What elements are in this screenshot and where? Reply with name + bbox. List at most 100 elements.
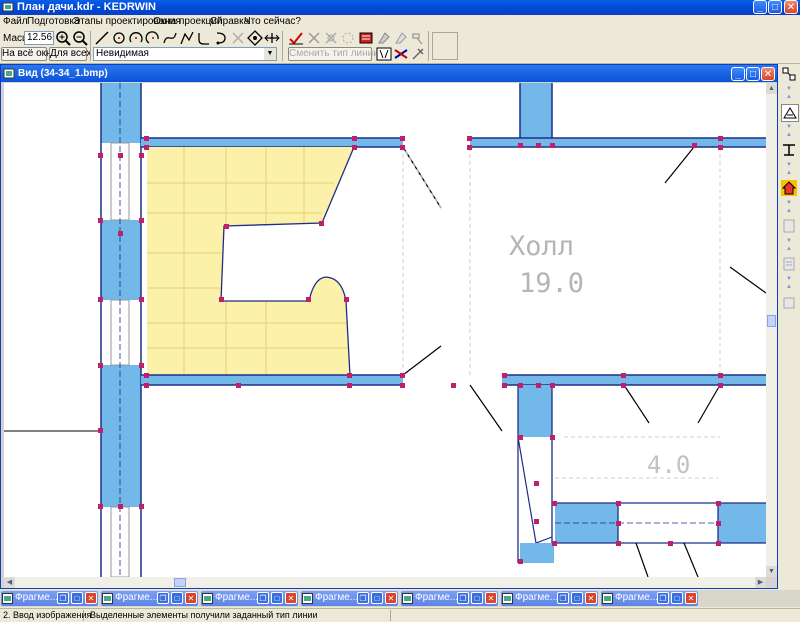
check-line-icon[interactable] [288, 30, 304, 46]
chevron-down-icon[interactable]: ▼ [779, 86, 799, 92]
erase2-icon[interactable] [393, 30, 409, 46]
fragment-icon [102, 593, 113, 604]
fragment-close-button[interactable]: ✕ [685, 592, 697, 604]
house-view-icon[interactable] [781, 180, 797, 196]
horizontal-scroll-thumb[interactable] [174, 578, 186, 587]
scroll-up-icon[interactable]: ▲ [766, 83, 777, 94]
transform-icon[interactable] [323, 30, 339, 46]
front-view-icon[interactable] [781, 66, 797, 82]
tools-icon[interactable] [410, 46, 426, 62]
view-minimize-button[interactable]: _ [731, 67, 745, 81]
view-close-button[interactable]: ✕ [761, 67, 775, 81]
fragment-window-6[interactable]: Фрагме... ❐ □ ✕ [501, 591, 598, 606]
menu-prepare[interactable]: Подготовка [27, 16, 80, 27]
zoom-in-icon[interactable] [55, 30, 71, 46]
change-line-type-button[interactable]: Сменить тип линии [288, 47, 379, 61]
fragment-restore-button[interactable]: ❐ [657, 592, 669, 604]
fragment-maximize-button[interactable]: □ [71, 592, 83, 604]
fragment-restore-button[interactable]: ❐ [357, 592, 369, 604]
chevron-up-icon[interactable]: ▲ [779, 170, 799, 176]
chevron-down-icon[interactable]: ▼ [779, 162, 799, 168]
fragment-label: Фрагме... [515, 592, 559, 603]
fragment-window-7[interactable]: Фрагме... ❐ □ ✕ [601, 591, 698, 606]
fragment-window-5[interactable]: Фрагме... ❐ □ ✕ [401, 591, 498, 606]
menu-file[interactable]: Файл [3, 16, 28, 27]
fragment-maximize-button[interactable]: □ [271, 592, 283, 604]
fragment-window-4[interactable]: Фрагме... ❐ □ ✕ [301, 591, 398, 606]
menu-whats-now[interactable]: Что сейчас? [244, 16, 301, 27]
hook-icon[interactable] [213, 30, 229, 46]
scroll-left-icon[interactable]: ◀ [4, 577, 15, 588]
cross-icon[interactable] [264, 30, 280, 46]
scroll-right-icon[interactable]: ▶ [755, 577, 766, 588]
chevron-up-icon[interactable]: ▲ [779, 246, 799, 252]
layer2-view-icon[interactable] [781, 256, 797, 272]
maximize-button[interactable]: □ [768, 0, 782, 14]
arc-icon[interactable] [128, 30, 144, 46]
chevron-up-icon[interactable]: ▲ [779, 94, 799, 100]
fragment-restore-button[interactable]: ❐ [457, 592, 469, 604]
color-icon[interactable] [358, 30, 374, 46]
fragment-window-1[interactable]: Фрагме... ❐ □ ✕ [1, 591, 98, 606]
fragment-restore-button[interactable]: ❐ [557, 592, 569, 604]
polyline-icon[interactable] [179, 30, 195, 46]
fragment-window-3[interactable]: Фрагме... ❐ □ ✕ [201, 591, 298, 606]
layer-view-icon[interactable] [781, 218, 797, 234]
vertical-scrollbar[interactable]: ▲ ▼ [766, 83, 777, 577]
horizontal-scrollbar[interactable]: ◀ ▶ [4, 577, 766, 588]
fragment-close-button[interactable]: ✕ [485, 592, 497, 604]
line-type-select[interactable]: Невидимая ▼ [93, 47, 277, 61]
fragment-maximize-button[interactable]: □ [171, 592, 183, 604]
scroll-down-icon[interactable]: ▼ [766, 566, 777, 577]
circle-icon[interactable] [111, 30, 127, 46]
mirror-icon[interactable] [376, 46, 392, 62]
fit-all-button[interactable]: Для всех [49, 47, 91, 61]
paint-icon[interactable] [393, 46, 409, 62]
fragment-close-button[interactable]: ✕ [185, 592, 197, 604]
fragment-restore-button[interactable]: ❐ [257, 592, 269, 604]
fragment-close-button[interactable]: ✕ [285, 592, 297, 604]
zoom-out-icon[interactable] [72, 30, 88, 46]
fragment-close-button[interactable]: ✕ [385, 592, 397, 604]
arc-cw-icon[interactable] [145, 30, 161, 46]
curve-icon[interactable] [196, 30, 212, 46]
erase-icon[interactable] [376, 30, 392, 46]
fragment-maximize-button[interactable]: □ [471, 592, 483, 604]
chevron-down-icon[interactable]: ▼ [779, 200, 799, 206]
side-view-icon[interactable] [781, 142, 797, 158]
fragment-restore-button[interactable]: ❐ [157, 592, 169, 604]
hammer-icon[interactable] [410, 30, 426, 46]
vertical-scroll-thumb[interactable] [767, 315, 776, 327]
line-icon[interactable] [94, 30, 110, 46]
dashed-icon[interactable] [340, 30, 356, 46]
delete-line-icon[interactable] [306, 30, 322, 46]
fragment-close-button[interactable]: ✕ [585, 592, 597, 604]
drawing-canvas[interactable]: Холл 19.0 4.0 [4, 83, 766, 577]
fragment-maximize-button[interactable]: □ [571, 592, 583, 604]
chevron-down-icon[interactable]: ▼ [779, 124, 799, 130]
minimize-button[interactable]: _ [753, 0, 767, 14]
chevron-down-icon[interactable]: ▼ [264, 48, 276, 60]
snap-icon[interactable] [247, 30, 263, 46]
fragment-maximize-button[interactable]: □ [671, 592, 683, 604]
status-message: Выделенные элементы получили заданный ти… [90, 610, 391, 621]
chevron-down-icon[interactable]: ▼ [779, 276, 799, 282]
trim-icon[interactable] [230, 30, 246, 46]
chevron-up-icon[interactable]: ▲ [779, 132, 799, 138]
close-button[interactable]: ✕ [784, 0, 798, 14]
chevron-up-icon[interactable]: ▲ [779, 284, 799, 290]
spline-icon[interactable] [162, 30, 178, 46]
fragment-window-2[interactable]: Фрагме... ❐ □ ✕ [101, 591, 198, 606]
fragment-maximize-button[interactable]: □ [371, 592, 383, 604]
scale-input[interactable]: 12.5616 [24, 31, 54, 45]
toolbar-separator-3 [428, 31, 429, 61]
fragment-icon [202, 593, 213, 604]
top-view-icon[interactable] [781, 104, 799, 122]
fit-all-window-button[interactable]: На всё окно [1, 47, 57, 61]
fragment-close-button[interactable]: ✕ [85, 592, 97, 604]
view-maximize-button[interactable]: □ [746, 67, 760, 81]
fragment-restore-button[interactable]: ❐ [57, 592, 69, 604]
chevron-up-icon[interactable]: ▲ [779, 208, 799, 214]
chevron-down-icon[interactable]: ▼ [779, 238, 799, 244]
layer3-view-icon[interactable] [781, 294, 797, 310]
